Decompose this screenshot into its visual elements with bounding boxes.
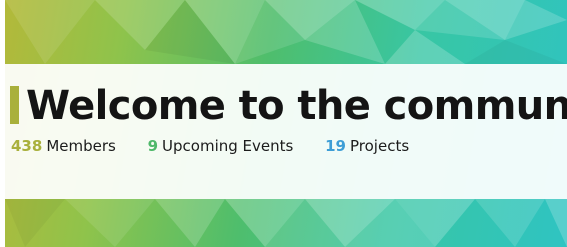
projects-stat: 19 Projects [325, 137, 409, 155]
events-label: Upcoming Events [162, 137, 294, 155]
members-count: 438 [11, 137, 43, 155]
community-banner: Welcome to the community 438Members 9Upc… [0, 0, 567, 247]
members-label: Members [46, 137, 116, 155]
members-stat: 438 Members [11, 137, 116, 155]
projects-count: 19 [325, 137, 346, 155]
headline-accent-bar [10, 86, 19, 124]
community-stats: 438 Members 9 Upcoming Events 19 Projects [11, 137, 436, 155]
projects-label: Projects [350, 137, 410, 155]
events-count: 9 [147, 137, 159, 155]
events-stat: 9 Upcoming Events [148, 137, 294, 155]
welcome-headline: Welcome to the community [26, 83, 567, 129]
